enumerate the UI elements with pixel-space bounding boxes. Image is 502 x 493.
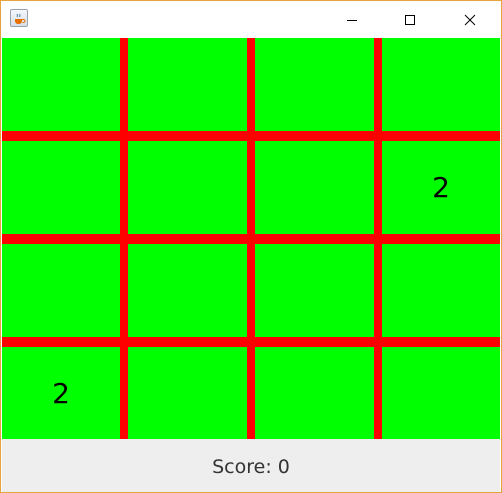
- board-cell: [255, 244, 374, 337]
- close-icon: [464, 14, 476, 25]
- board-cell: [2, 38, 120, 131]
- maximize-icon: [405, 14, 415, 25]
- board-cell: 2: [382, 141, 500, 234]
- maximize-button[interactable]: [387, 1, 433, 38]
- game-board: 22: [2, 38, 500, 439]
- board-cell: [2, 244, 120, 337]
- board-cell: [2, 141, 120, 234]
- status-bar: Score: 0: [2, 439, 500, 492]
- title-bar[interactable]: [1, 1, 501, 38]
- close-button[interactable]: [447, 1, 493, 38]
- board-cell: [128, 141, 247, 234]
- board-cell: [128, 244, 247, 337]
- board-cell: [255, 347, 374, 439]
- board-cell: [128, 347, 247, 439]
- score-label: Score: 0: [212, 455, 290, 478]
- game-window: 22 Score: 0: [0, 0, 502, 493]
- board-cell: [255, 38, 374, 131]
- board-cell: [382, 38, 500, 131]
- minimize-icon: [347, 19, 357, 21]
- board-cell: [382, 244, 500, 337]
- java-coffee-cup-icon[interactable]: [10, 9, 28, 27]
- board-cell: [255, 141, 374, 234]
- minimize-button[interactable]: [329, 1, 375, 38]
- board-cell: [382, 347, 500, 439]
- board-cell: 2: [2, 347, 120, 439]
- board-cell: [128, 38, 247, 131]
